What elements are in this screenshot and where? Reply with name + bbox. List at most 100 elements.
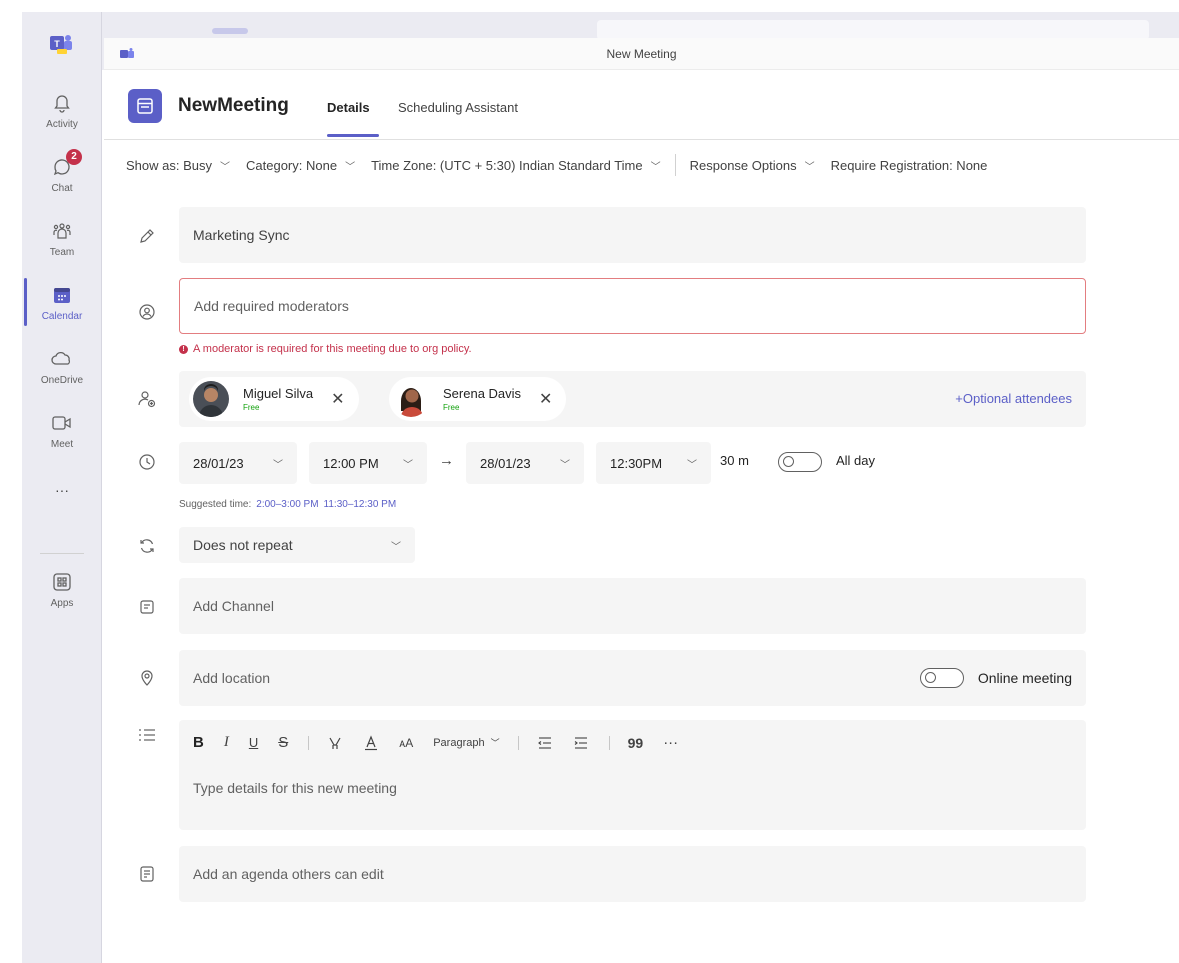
repeat-value: Does not repeat [193, 537, 293, 553]
rail-team[interactable]: Team [22, 206, 102, 270]
strikethrough-icon[interactable]: S [278, 734, 288, 751]
require-registration-label: Require Registration: None [830, 157, 988, 173]
active-tab-indicator [327, 134, 379, 137]
meeting-title-input[interactable]: Marketing Sync [179, 207, 1086, 263]
toggle-knob [924, 672, 936, 683]
chevron-down-icon: ﹀ [345, 161, 356, 173]
moderators-input[interactable]: Add required moderators [179, 278, 1086, 334]
app-rail: T Activity 2 Chat Team Calendar OneDrive [22, 12, 102, 963]
details-editor[interactable]: B I U S ᴀA Paragraph ﹀ 99 ··· Type detai… [179, 720, 1086, 830]
quote-icon[interactable]: 99 [628, 735, 644, 751]
underline-icon[interactable]: U [249, 735, 258, 750]
category-dropdown[interactable]: Category: None ﹀ [246, 158, 355, 173]
window-title-bar: New Meeting [104, 38, 1179, 70]
rail-label: Activity [46, 118, 78, 130]
start-time-value: 12:00 PM [323, 455, 379, 471]
avatar [393, 381, 429, 417]
rail-calendar[interactable]: Calendar [22, 270, 102, 334]
rail-chat[interactable]: 2 Chat [22, 142, 102, 206]
chat-icon: 2 [50, 148, 82, 179]
list-icon [136, 724, 158, 746]
chevron-down-icon: ﹀ [804, 161, 815, 173]
suggested-times-label: Suggested time: [179, 499, 252, 510]
chevron-down-icon: ﹀ [273, 459, 283, 471]
duration-label: 30 m [720, 453, 749, 468]
rail-onedrive[interactable]: OneDrive [22, 334, 102, 398]
bold-icon[interactable]: B [193, 734, 204, 751]
rail-activity[interactable]: Activity [22, 78, 102, 142]
font-size-icon[interactable]: ᴀA [399, 736, 413, 750]
online-meeting-control: Online meeting [919, 650, 1072, 706]
end-time-picker[interactable]: 12:30PM ﹀ [596, 442, 711, 484]
search-bar[interactable] [597, 20, 1149, 40]
paragraph-label: Paragraph [433, 736, 485, 749]
agenda-placeholder: Add an agenda others can edit [193, 866, 384, 882]
paragraph-dropdown[interactable]: Paragraph ﹀ [433, 736, 499, 749]
increase-indent-icon[interactable] [573, 736, 589, 750]
chevron-down-icon: ﹀ [220, 161, 230, 173]
decrease-indent-icon[interactable] [537, 736, 553, 750]
more-options-icon[interactable]: ··· [663, 734, 678, 751]
tab-scheduling-assistant[interactable]: Scheduling Assistant [398, 100, 518, 115]
all-day-toggle[interactable] [778, 452, 822, 472]
channel-input[interactable]: Add Channel [179, 578, 1086, 634]
tab-details[interactable]: Details [327, 100, 370, 115]
attendee-name: Serena Davis [443, 386, 522, 401]
rail-more[interactable]: ··· [22, 470, 102, 510]
chevron-down-icon: ﹀ [650, 161, 661, 173]
video-icon [50, 411, 74, 435]
online-meeting-toggle[interactable] [919, 668, 964, 688]
highlight-icon[interactable] [327, 735, 343, 751]
remove-attendee-icon[interactable]: ✕ [539, 389, 552, 409]
agenda-input[interactable]: Add an agenda others can edit [179, 846, 1086, 902]
repeat-icon [136, 535, 158, 557]
attendee-status: Free [443, 403, 460, 412]
rail-label: Team [49, 246, 75, 258]
italic-icon[interactable]: I [224, 734, 229, 751]
rail-meet[interactable]: Meet [22, 398, 102, 462]
meeting-header: NewMeeting Details Scheduling Assistant [104, 83, 1179, 139]
start-time-picker[interactable]: 12:00 PM ﹀ [309, 442, 427, 484]
rail-apps[interactable]: Apps [22, 557, 102, 621]
location-input[interactable]: Add location Online meeting [179, 650, 1086, 706]
font-color-icon[interactable] [363, 734, 379, 751]
category-label: Category: None [246, 157, 338, 173]
toolbar-divider [517, 735, 519, 750]
suggested-time-link[interactable]: 2:00–3:00 PM [256, 499, 318, 510]
rail-label: Chat [51, 182, 73, 194]
start-date-picker[interactable]: 28/01/23 ﹀ [179, 442, 297, 484]
meeting-title-value: Marketing Sync [193, 227, 290, 243]
attendee-chip[interactable]: Miguel Silva Free ✕ [189, 377, 359, 421]
page-title: NewMeeting [178, 95, 289, 116]
rail-label: Meet [50, 438, 74, 450]
attendees-input[interactable]: Miguel Silva Free ✕ Serena Davis Free ✕ … [179, 371, 1086, 427]
optional-attendees-link[interactable]: +Optional attendees [955, 391, 1072, 406]
attendee-chip[interactable]: Serena Davis Free ✕ [389, 377, 567, 421]
all-day-label: All day [836, 453, 876, 468]
location-icon [136, 667, 158, 689]
apps-icon [50, 570, 74, 594]
start-date-value: 28/01/23 [193, 455, 244, 471]
end-date-picker[interactable]: 28/01/23 ﹀ [466, 442, 584, 484]
cloud-icon [50, 347, 74, 371]
editor-toolbar: B I U S ᴀA Paragraph ﹀ 99 ··· [193, 734, 698, 751]
require-registration-dropdown[interactable]: Require Registration: None [831, 158, 988, 173]
rail-label: OneDrive [40, 374, 84, 386]
teams-logo-icon: T [50, 35, 72, 54]
time-zone-dropdown[interactable]: Time Zone: (UTC + 5:30) Indian Standard … [371, 158, 661, 173]
show-as-dropdown[interactable]: Show as: Busy ﹀ [126, 158, 230, 173]
show-as-label: Show as: Busy [126, 157, 212, 173]
chevron-down-icon: ﹀ [687, 459, 697, 471]
more-icon: ··· [55, 482, 69, 498]
options-bar: Show as: Busy ﹀ Category: None ﹀ Time Zone… [104, 140, 1179, 190]
repeat-dropdown[interactable]: Does not repeat ﹀ [179, 527, 415, 563]
end-date-value: 28/01/23 [480, 455, 531, 471]
avatar [193, 381, 229, 417]
suggested-time-link[interactable]: 11:30–12:30 PM [324, 499, 397, 510]
response-options-dropdown[interactable]: Response Options ﹀ [690, 158, 815, 173]
toolbar-divider [308, 735, 310, 750]
moderators-placeholder: Add required moderators [194, 298, 349, 314]
remove-attendee-icon[interactable]: ✕ [331, 389, 344, 409]
chevron-down-icon: ﹀ [560, 459, 570, 471]
moderator-error-text: A moderator is required for this meeting… [193, 343, 472, 355]
